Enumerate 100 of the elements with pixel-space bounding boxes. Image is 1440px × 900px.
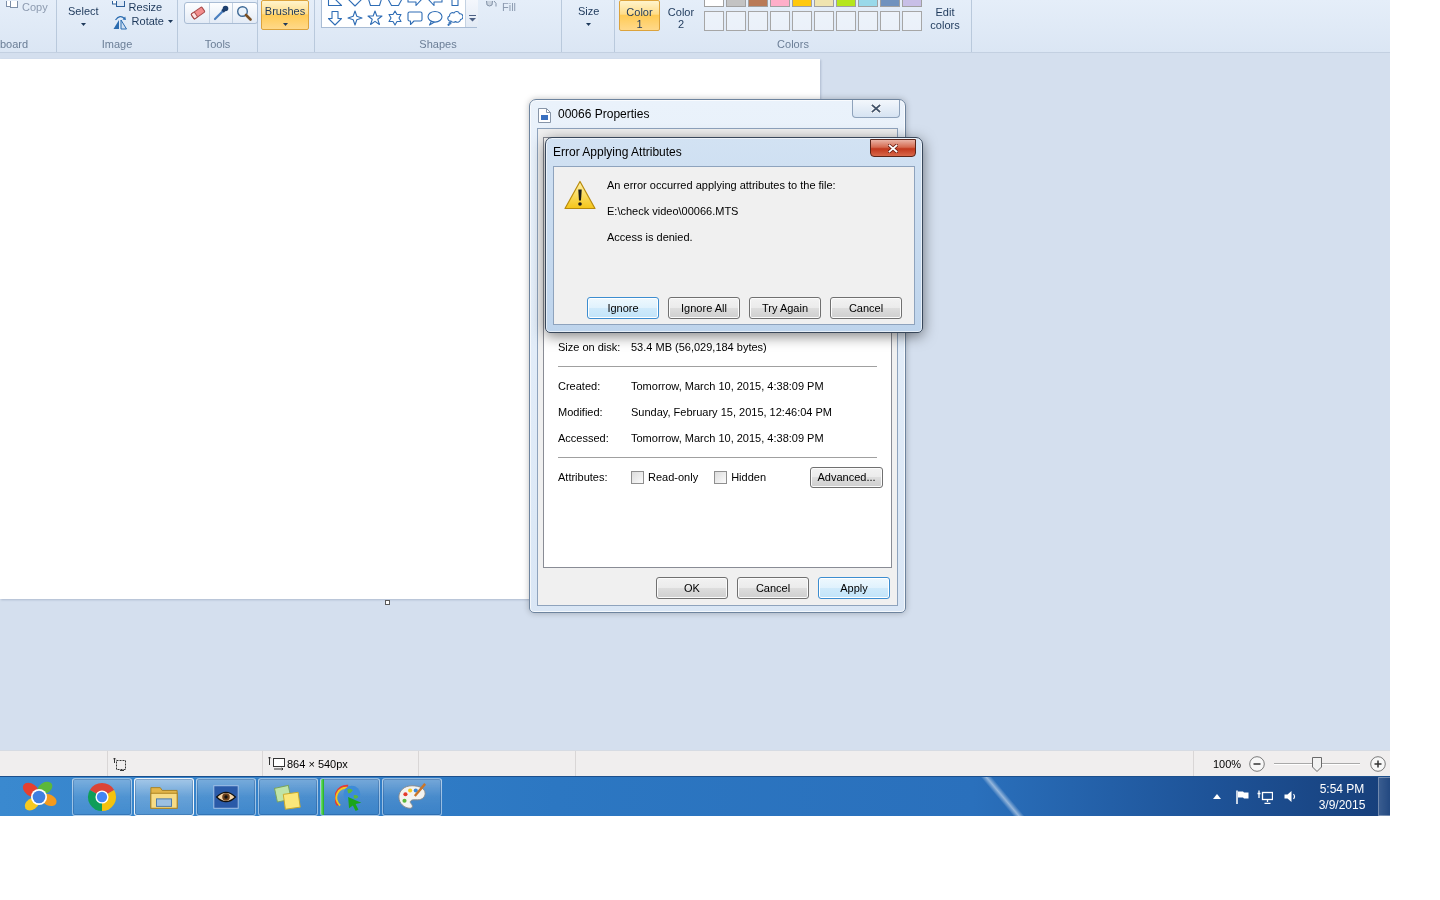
custom-color-slot[interactable] — [770, 11, 790, 31]
checkbox[interactable] — [714, 470, 728, 484]
color-swatch[interactable] — [836, 0, 856, 7]
group-label: Tools — [203, 37, 232, 52]
custom-color-slot[interactable] — [704, 11, 724, 31]
canvas-size-icon — [268, 756, 285, 771]
tricolor-circle-icon — [87, 781, 117, 812]
eraser-icon[interactable] — [190, 5, 206, 21]
speaker-icon[interactable] — [1284, 790, 1296, 803]
oval-callout-icon[interactable] — [427, 9, 443, 26]
dialog-button[interactable]: Ignore All — [668, 297, 740, 319]
triangle-icon[interactable] — [327, 0, 343, 7]
size-button[interactable]: Size — [576, 4, 602, 27]
dialog-button[interactable]: Cancel — [830, 297, 902, 319]
checkbox[interactable] — [631, 470, 644, 484]
color-swatch[interactable] — [902, 0, 922, 7]
zoom-out-icon[interactable] — [1249, 755, 1266, 772]
field-label: Modified: — [558, 406, 604, 418]
clock-date[interactable]: 3/9/2015 — [1318, 796, 1366, 813]
taskbar-button[interactable] — [382, 777, 442, 816]
zoom-level-label: 100% — [1213, 757, 1242, 770]
field-value: Tomorrow, March 10, 2015, 4:38:09 PM — [631, 380, 824, 392]
six-point-star-icon[interactable] — [387, 9, 403, 26]
warning-icon — [564, 180, 596, 210]
custom-color-slot[interactable] — [726, 11, 746, 31]
edit-colors-button[interactable]: Edit colors — [927, 0, 963, 33]
magnifier-icon[interactable] — [236, 5, 252, 21]
color-swatch[interactable] — [748, 0, 768, 7]
custom-color-slot[interactable] — [792, 11, 812, 31]
field-label: Size on disk: — [558, 341, 622, 353]
brushes-button[interactable]: Brushes — [261, 0, 309, 30]
gallery-more-button[interactable] — [465, 0, 478, 27]
color-swatch[interactable] — [880, 0, 900, 7]
close-icon — [888, 143, 898, 153]
hexagon-icon[interactable] — [387, 0, 403, 7]
color-swatch[interactable] — [792, 0, 812, 7]
taskbar-button[interactable] — [196, 777, 256, 816]
network-icon[interactable] — [1257, 789, 1273, 804]
group-label: board — [0, 37, 30, 52]
taskbar-button[interactable] — [258, 777, 318, 816]
dialog-button[interactable]: Ignore — [587, 297, 659, 319]
color-swatch[interactable] — [858, 0, 878, 7]
flag-icon[interactable] — [1235, 789, 1249, 804]
custom-color-slot[interactable] — [880, 11, 900, 31]
message-text: Access is denied. — [607, 230, 694, 245]
group-label: Colors — [776, 37, 810, 52]
color-swatch[interactable] — [704, 0, 724, 7]
custom-color-slot[interactable] — [748, 11, 768, 31]
taskbar-button[interactable] — [134, 777, 194, 816]
down-arrow-icon[interactable] — [327, 9, 343, 26]
dialog-button[interactable]: Try Again — [749, 297, 821, 319]
file-icon — [538, 108, 551, 123]
clock-time[interactable]: 5:54 PM — [1319, 780, 1365, 797]
group-label: Shapes — [418, 37, 458, 52]
custom-color-slot[interactable] — [836, 11, 856, 31]
five-point-star-icon[interactable] — [367, 9, 383, 26]
advanced-button[interactable]: Advanced... — [810, 466, 883, 488]
cloud-callout-icon[interactable] — [447, 9, 463, 26]
color-swatch[interactable] — [726, 0, 746, 7]
show-desktop-button[interactable] — [1378, 777, 1390, 816]
pentagon-icon[interactable] — [367, 0, 383, 7]
close-button[interactable] — [870, 139, 916, 157]
custom-color-slot[interactable] — [858, 11, 878, 31]
palette-icon — [397, 781, 427, 812]
zoom-in-icon[interactable] — [1370, 755, 1387, 772]
left-arrow-icon[interactable] — [427, 0, 443, 7]
selection-icon — [113, 756, 127, 771]
four-point-star-icon[interactable] — [347, 9, 363, 26]
slider-thumb[interactable] — [1312, 756, 1323, 772]
right-arrow-icon[interactable] — [407, 0, 423, 7]
field-value: 53.4 MB (56,029,184 bytes) — [631, 341, 767, 353]
field-value: Tomorrow, March 10, 2015, 4:38:09 PM — [631, 432, 824, 444]
resize-button[interactable]: Resize — [110, 0, 174, 11]
rectangle-callout-icon[interactable] — [407, 9, 423, 26]
close-icon — [871, 104, 881, 113]
pages-icon — [6, 1, 18, 8]
caret-icon — [282, 23, 288, 26]
more-arrow-icon — [468, 15, 476, 22]
triangle-up-icon[interactable] — [1213, 794, 1221, 799]
canvas-size-label: 864 × 540px — [287, 757, 348, 770]
caret-icon — [80, 23, 86, 26]
caret-icon — [586, 23, 592, 26]
resize-handle[interactable] — [385, 600, 390, 605]
dropper-icon[interactable] — [213, 5, 229, 21]
custom-color-slot[interactable] — [902, 11, 922, 31]
checkbox-label[interactable]: Read-only — [648, 471, 699, 483]
select-button[interactable]: Select — [66, 4, 101, 27]
window-title: 00066 Properties — [558, 107, 650, 121]
message-text: An error occurred applying attributes to the file: — [607, 178, 836, 193]
diamond-icon[interactable] — [347, 0, 363, 7]
field-label: Attributes: — [558, 471, 609, 483]
color-swatch[interactable] — [770, 0, 790, 7]
color-swatch[interactable] — [814, 0, 834, 7]
rotate-button[interactable]: Rotate — [110, 13, 174, 30]
checkbox-label[interactable]: Hidden — [731, 471, 766, 483]
field-label: Accessed: — [558, 432, 610, 444]
custom-color-slot[interactable] — [814, 11, 834, 31]
color-slot-button[interactable]: Color 1 — [619, 0, 660, 31]
window-title: Error Applying Attributes — [553, 145, 682, 159]
color-slot-button[interactable]: Color 2 — [663, 0, 699, 31]
